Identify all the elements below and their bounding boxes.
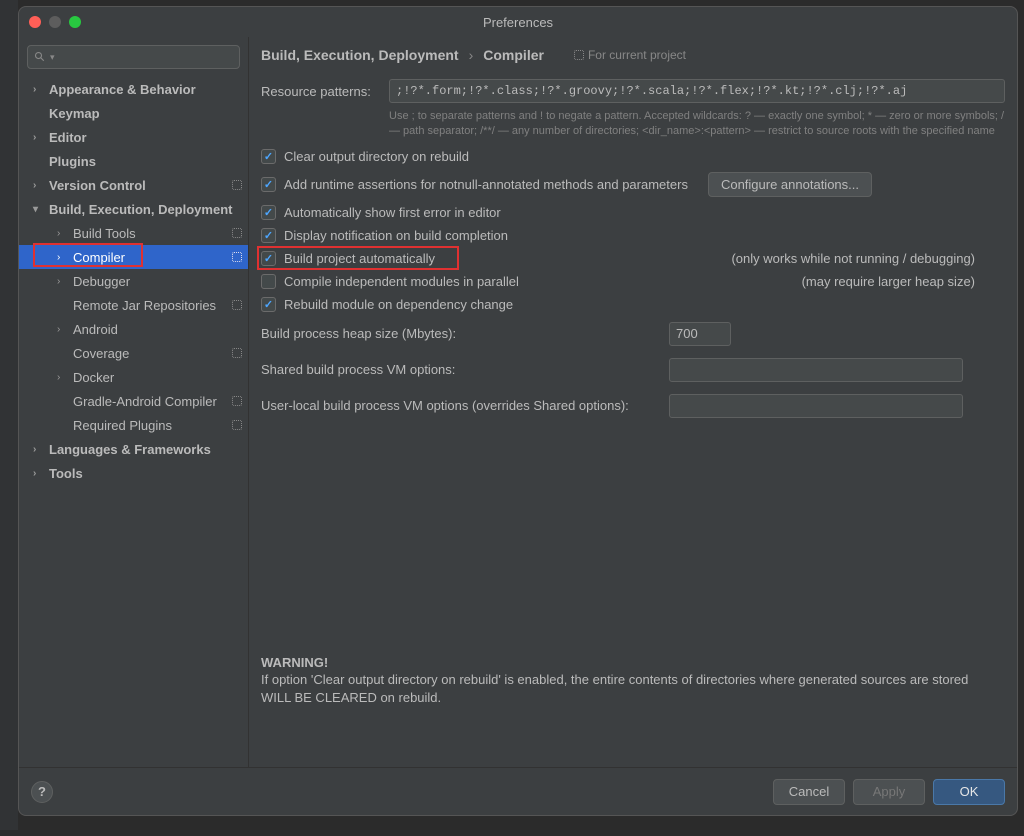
sidebar-item-label: Build, Execution, Deployment [49, 202, 248, 217]
project-icon [232, 420, 242, 430]
sidebar-item-label: Compiler [73, 250, 232, 265]
cancel-button[interactable]: Cancel [773, 779, 845, 805]
ok-button[interactable]: OK [933, 779, 1005, 805]
user-vm-label: User-local build process VM options (ove… [261, 398, 669, 413]
warning-head: WARNING! [261, 654, 993, 672]
sidebar-item-tools[interactable]: ›Tools [19, 461, 248, 485]
sidebar-item-android[interactable]: ›Android [19, 317, 248, 341]
breadcrumb: Build, Execution, Deployment › Compiler … [249, 37, 1017, 71]
configure-annotations-button[interactable]: Configure annotations... [708, 172, 872, 197]
sidebar-item-build-execution-deployment[interactable]: ▾Build, Execution, Deployment [19, 197, 248, 221]
user-vm-input[interactable] [669, 394, 963, 418]
compile-parallel-note: (may require larger heap size) [802, 274, 1005, 289]
build-auto-checkbox[interactable] [261, 251, 276, 266]
sidebar-item-label: Plugins [49, 154, 248, 169]
sidebar-item-docker[interactable]: ›Docker [19, 365, 248, 389]
build-notif-checkbox[interactable] [261, 228, 276, 243]
apply-button[interactable]: Apply [853, 779, 925, 805]
dialog-footer: ? Cancel Apply OK [19, 767, 1017, 815]
project-icon [574, 50, 584, 60]
project-icon [232, 180, 242, 190]
clear-output-label: Clear output directory on rebuild [284, 149, 469, 164]
warning-body: If option 'Clear output directory on reb… [261, 671, 993, 706]
search-input[interactable]: ▾ [27, 45, 240, 69]
sidebar-item-label: Gradle-Android Compiler [73, 394, 232, 409]
sidebar-item-required-plugins[interactable]: Required Plugins [19, 413, 248, 437]
sidebar-item-label: Debugger [73, 274, 248, 289]
chevron-right-icon[interactable]: › [57, 252, 73, 263]
chevron-right-icon[interactable]: › [33, 468, 49, 479]
sidebar-item-label: Editor [49, 130, 248, 145]
for-current-project-badge: For current project [574, 48, 686, 62]
heap-size-label: Build process heap size (Mbytes): [261, 326, 669, 341]
sidebar-item-label: Languages & Frameworks [49, 442, 248, 457]
shared-vm-label: Shared build process VM options: [261, 362, 669, 377]
project-icon [232, 396, 242, 406]
sidebar-item-gradle-android-compiler[interactable]: Gradle-Android Compiler [19, 389, 248, 413]
rebuild-dep-label: Rebuild module on dependency change [284, 297, 513, 312]
resource-patterns-hint: Use ; to separate patterns and ! to nega… [261, 107, 1005, 145]
chevron-down-icon[interactable]: ▾ [33, 204, 49, 215]
preferences-window: Preferences ▾ ›Appearance & BehaviorKeym… [18, 6, 1018, 816]
resource-patterns-label: Resource patterns: [261, 84, 379, 99]
build-auto-note: (only works while not running / debuggin… [731, 251, 1005, 266]
sidebar-item-label: Version Control [49, 178, 232, 193]
sidebar-item-label: Keymap [49, 106, 248, 121]
sidebar-item-label: Docker [73, 370, 248, 385]
sidebar-item-label: Android [73, 322, 248, 337]
shared-vm-input[interactable] [669, 358, 963, 382]
sidebar-item-appearance-behavior[interactable]: ›Appearance & Behavior [19, 77, 248, 101]
resource-patterns-input[interactable] [389, 79, 1005, 103]
sidebar-item-label: Coverage [73, 346, 232, 361]
auto-show-error-checkbox[interactable] [261, 205, 276, 220]
chevron-right-icon[interactable]: › [33, 132, 49, 143]
help-button[interactable]: ? [31, 781, 53, 803]
breadcrumb-b: Compiler [483, 47, 544, 63]
sidebar-item-label: Appearance & Behavior [49, 82, 248, 97]
titlebar: Preferences [19, 7, 1017, 37]
settings-tree: ›Appearance & BehaviorKeymap›EditorPlugi… [19, 75, 248, 767]
project-icon [232, 300, 242, 310]
build-auto-label: Build project automatically [284, 251, 435, 266]
sidebar-item-label: Remote Jar Repositories [73, 298, 232, 313]
project-icon [232, 252, 242, 262]
sidebar-item-coverage[interactable]: Coverage [19, 341, 248, 365]
sidebar-item-plugins[interactable]: Plugins [19, 149, 248, 173]
sidebar-item-languages-frameworks[interactable]: ›Languages & Frameworks [19, 437, 248, 461]
sidebar-item-keymap[interactable]: Keymap [19, 101, 248, 125]
project-icon [232, 348, 242, 358]
window-title: Preferences [19, 15, 1017, 30]
content: Build, Execution, Deployment › Compiler … [249, 37, 1017, 767]
sidebar-item-debugger[interactable]: ›Debugger [19, 269, 248, 293]
build-notif-label: Display notification on build completion [284, 228, 508, 243]
chevron-right-icon[interactable]: › [57, 228, 73, 239]
chevron-right-icon[interactable]: › [33, 180, 49, 191]
sidebar-item-version-control[interactable]: ›Version Control [19, 173, 248, 197]
runtime-assertions-label: Add runtime assertions for notnull-annot… [284, 177, 688, 192]
clear-output-checkbox[interactable] [261, 149, 276, 164]
sidebar-item-compiler[interactable]: ›Compiler [19, 245, 248, 269]
chevron-right-icon[interactable]: › [57, 372, 73, 383]
sidebar: ▾ ›Appearance & BehaviorKeymap›EditorPlu… [19, 37, 249, 767]
heap-size-input[interactable] [669, 322, 731, 346]
compile-parallel-label: Compile independent modules in parallel [284, 274, 519, 289]
sidebar-item-label: Required Plugins [73, 418, 232, 433]
sidebar-item-label: Build Tools [73, 226, 232, 241]
sidebar-item-remote-jar-repositories[interactable]: Remote Jar Repositories [19, 293, 248, 317]
chevron-right-icon[interactable]: › [33, 84, 49, 95]
rebuild-dep-checkbox[interactable] [261, 297, 276, 312]
compile-parallel-checkbox[interactable] [261, 274, 276, 289]
sidebar-item-editor[interactable]: ›Editor [19, 125, 248, 149]
search-icon [34, 51, 46, 63]
breadcrumb-a[interactable]: Build, Execution, Deployment [261, 47, 459, 63]
chevron-right-icon[interactable]: › [57, 324, 73, 335]
project-icon [232, 228, 242, 238]
chevron-right-icon: › [469, 47, 474, 63]
sidebar-item-build-tools[interactable]: ›Build Tools [19, 221, 248, 245]
auto-show-error-label: Automatically show first error in editor [284, 205, 501, 220]
runtime-assertions-checkbox[interactable] [261, 177, 276, 192]
chevron-right-icon[interactable]: › [33, 444, 49, 455]
sidebar-item-label: Tools [49, 466, 248, 481]
chevron-right-icon[interactable]: › [57, 276, 73, 287]
